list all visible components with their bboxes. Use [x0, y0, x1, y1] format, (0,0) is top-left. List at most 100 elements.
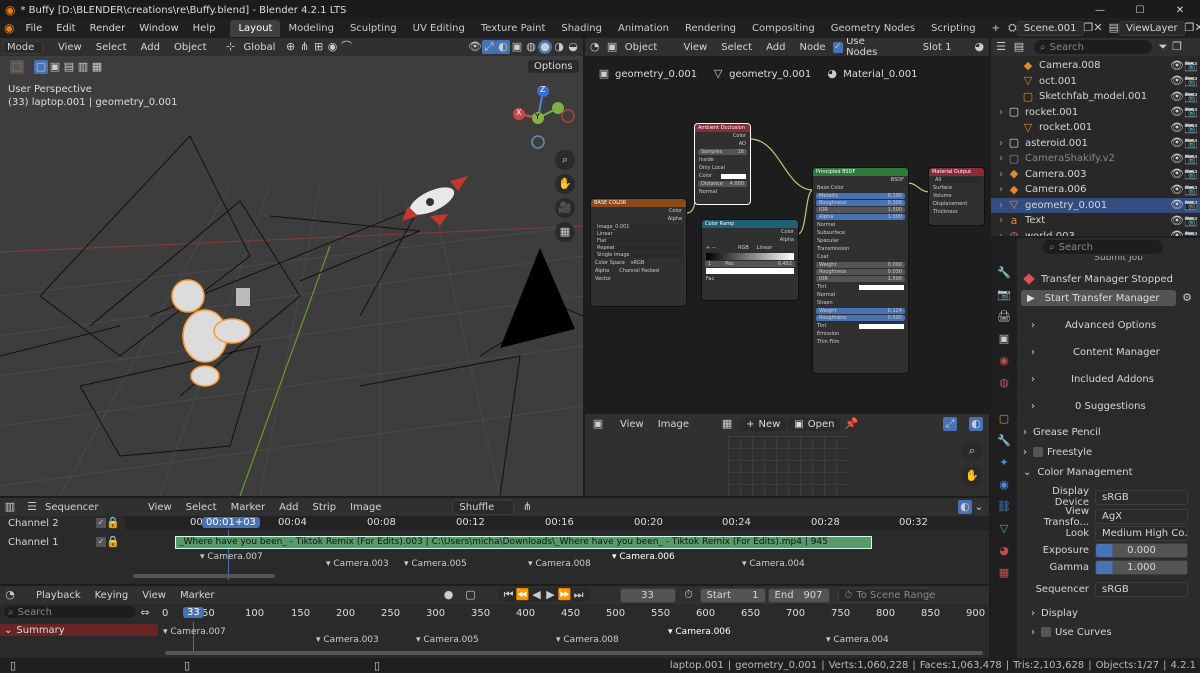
- exposure-field[interactable]: 0.000: [1095, 543, 1188, 558]
- channel-1-checkbox[interactable]: ✓: [96, 537, 106, 547]
- sequencer-scrollbar[interactable]: [133, 574, 275, 578]
- menu-edit[interactable]: Edit: [49, 23, 82, 34]
- image-editor-type-icon[interactable]: ▣: [591, 417, 605, 431]
- outliner-item[interactable]: ▽ rocket.001 👁 📷: [991, 120, 1200, 136]
- overlay-icon[interactable]: ◐: [496, 40, 510, 54]
- visibility-eye-icon[interactable]: 👁: [1170, 152, 1184, 166]
- visibility-eye-icon[interactable]: 👁: [1170, 105, 1184, 119]
- image-overlay-icon[interactable]: ◐: [969, 417, 983, 431]
- add-workspace-button[interactable]: +: [984, 20, 1008, 37]
- seq-menu-strip[interactable]: Strip: [306, 502, 344, 513]
- keying-set-icon[interactable]: ▢: [464, 588, 478, 602]
- render-visibility-icon[interactable]: 📷: [1184, 229, 1198, 236]
- view-layer-tab-icon[interactable]: ▣: [997, 332, 1011, 346]
- tab-sculpting[interactable]: Sculpting: [342, 20, 405, 37]
- expand-chevron-icon[interactable]: ›: [991, 107, 1007, 118]
- render-visibility-icon[interactable]: 📷: [1184, 198, 1198, 212]
- tab-geometry-nodes[interactable]: Geometry Nodes: [823, 20, 923, 37]
- timeline-menu-view[interactable]: View: [135, 590, 173, 601]
- sequencer-type-icon[interactable]: ▥: [3, 500, 17, 514]
- texture-tab-icon[interactable]: ▦: [997, 566, 1011, 580]
- included-addons-panel[interactable]: › Included Addons: [1021, 368, 1196, 390]
- tab-uv-editing[interactable]: UV Editing: [405, 20, 473, 37]
- object-tab-icon[interactable]: ▢: [997, 412, 1011, 426]
- stopwatch-icon[interactable]: ⏱: [682, 588, 696, 602]
- expand-chevron-icon[interactable]: ›: [991, 169, 1007, 180]
- display-subpanel[interactable]: › Display: [1031, 603, 1200, 623]
- pan-hand-icon[interactable]: ✋: [555, 174, 575, 194]
- render-visibility-icon[interactable]: 📷: [1184, 59, 1198, 73]
- expand-chevron-icon[interactable]: ›: [991, 200, 1007, 211]
- render-visibility-icon[interactable]: 📷: [1184, 121, 1198, 135]
- timeline[interactable]: ◔ Playback Keying View Marker ● ▢ ⏮ ⏪ ◀ …: [0, 586, 989, 658]
- ao-samples-field[interactable]: Samples 16: [698, 149, 747, 155]
- pin-icon[interactable]: 📌: [844, 417, 859, 431]
- use-curves-subpanel[interactable]: › Use Curves: [1031, 623, 1200, 641]
- seq-menu-view[interactable]: View: [141, 502, 179, 513]
- mode-selector[interactable]: Mode: [3, 40, 43, 54]
- ortho-grid-icon[interactable]: ▦: [555, 222, 575, 242]
- render-visibility-icon[interactable]: 📷: [1184, 74, 1198, 88]
- display-device-dropdown[interactable]: sRGB: [1095, 489, 1188, 505]
- timeline-marker[interactable]: ▾ Camera.008: [556, 635, 619, 645]
- view-layer-selector[interactable]: ViewLayer: [1119, 20, 1185, 36]
- particles-tab-icon[interactable]: ✦: [997, 456, 1011, 470]
- seq-overlay-dropdown-icon[interactable]: ⌄: [972, 500, 986, 514]
- tab-texture-paint[interactable]: Texture Paint: [473, 20, 554, 37]
- navigation-gizmo[interactable]: X Y Z: [510, 85, 576, 152]
- outliner-item[interactable]: ◆ Camera.008 👁 📷: [991, 58, 1200, 74]
- expand-chevron-icon[interactable]: ›: [991, 153, 1007, 164]
- expand-chevron-icon[interactable]: ›: [991, 215, 1007, 226]
- outliner-item[interactable]: › ◆ Camera.003 👁 📷: [991, 167, 1200, 183]
- play-icon[interactable]: ▶: [544, 588, 558, 602]
- close-button[interactable]: ✕: [1160, 5, 1200, 16]
- tab-compositing[interactable]: Compositing: [744, 20, 823, 37]
- image-pan-icon[interactable]: ✋: [962, 466, 982, 486]
- camera-view-icon[interactable]: 🎥: [555, 198, 575, 218]
- image-gizmo-icon[interactable]: ⤢: [943, 417, 957, 431]
- submit-job-button[interactable]: Submit Job: [1041, 256, 1196, 264]
- tab-scripting[interactable]: Scripting: [923, 20, 983, 37]
- sequencer[interactable]: ▥ ☰ Sequencer View Select Marker Add Str…: [0, 498, 989, 584]
- visibility-eye-icon[interactable]: 👁: [1170, 183, 1184, 197]
- outliner-item[interactable]: › a Text 👁 📷: [991, 213, 1200, 229]
- node-material-output[interactable]: Material Output All Surface Volume Displ…: [929, 168, 984, 225]
- scene-tab-icon[interactable]: ◉: [997, 354, 1011, 368]
- image-menu-image[interactable]: Image: [651, 419, 696, 430]
- blender-menu-icon[interactable]: ◉: [4, 21, 14, 35]
- seq-menu-add[interactable]: Add: [272, 502, 305, 513]
- render-shading-icon[interactable]: ◒: [566, 40, 580, 54]
- outliner-type-icon[interactable]: ☰: [994, 40, 1008, 54]
- menu-render[interactable]: Render: [83, 23, 133, 34]
- timeline-marker-active[interactable]: ▾ Camera.006: [668, 627, 731, 637]
- next-keyframe-icon[interactable]: ⏩: [558, 588, 572, 602]
- timeline-current-frame[interactable]: 33: [183, 607, 204, 618]
- seq-menu-select[interactable]: Select: [179, 502, 224, 513]
- new-scene-icon[interactable]: ❐: [1084, 21, 1094, 35]
- outliner-item[interactable]: ▽ oct.001 👁 📷: [991, 74, 1200, 90]
- timeline-menu-marker[interactable]: Marker: [173, 590, 222, 601]
- tab-rendering[interactable]: Rendering: [677, 20, 744, 37]
- snap-target-icon[interactable]: ⊞: [312, 40, 326, 54]
- channel-1-lock-icon[interactable]: 🔒: [106, 535, 120, 549]
- material-tab-icon[interactable]: ◕: [997, 544, 1011, 558]
- snap-magnet-icon[interactable]: ⋔: [520, 500, 534, 514]
- tab-modeling[interactable]: Modeling: [280, 20, 342, 37]
- tool-tab-icon[interactable]: 🔧: [997, 266, 1011, 280]
- timeline-marker[interactable]: ▾ Camera.005: [416, 635, 479, 645]
- shuffle-dropdown[interactable]: Shuffle: [452, 499, 515, 515]
- modifier-tab-icon[interactable]: 🔧: [997, 434, 1011, 448]
- node-base-color[interactable]: BASE COLOR Color Alpha Image_0.001 Linea…: [591, 199, 686, 306]
- image-zoom-icon[interactable]: ⌕: [962, 441, 982, 461]
- seq-marker[interactable]: ▾ Camera.005: [404, 559, 467, 569]
- seq-overlay-icon[interactable]: ◐: [958, 500, 972, 514]
- outliner-search[interactable]: ⌕ Search: [1034, 40, 1152, 54]
- delete-layer-icon[interactable]: ✕: [1195, 21, 1200, 35]
- video-strip[interactable]: _Where have you been_ - Tiktok Remix (Fo…: [175, 536, 872, 549]
- timeline-menu-playback[interactable]: Playback: [29, 590, 88, 601]
- new-image-button[interactable]: + New: [740, 417, 787, 431]
- tab-shading[interactable]: Shading: [553, 20, 610, 37]
- seq-menu-marker[interactable]: Marker: [224, 502, 273, 513]
- channel-2-lock-icon[interactable]: 🔒: [106, 516, 120, 530]
- visibility-eye-icon[interactable]: 👁: [1170, 214, 1184, 228]
